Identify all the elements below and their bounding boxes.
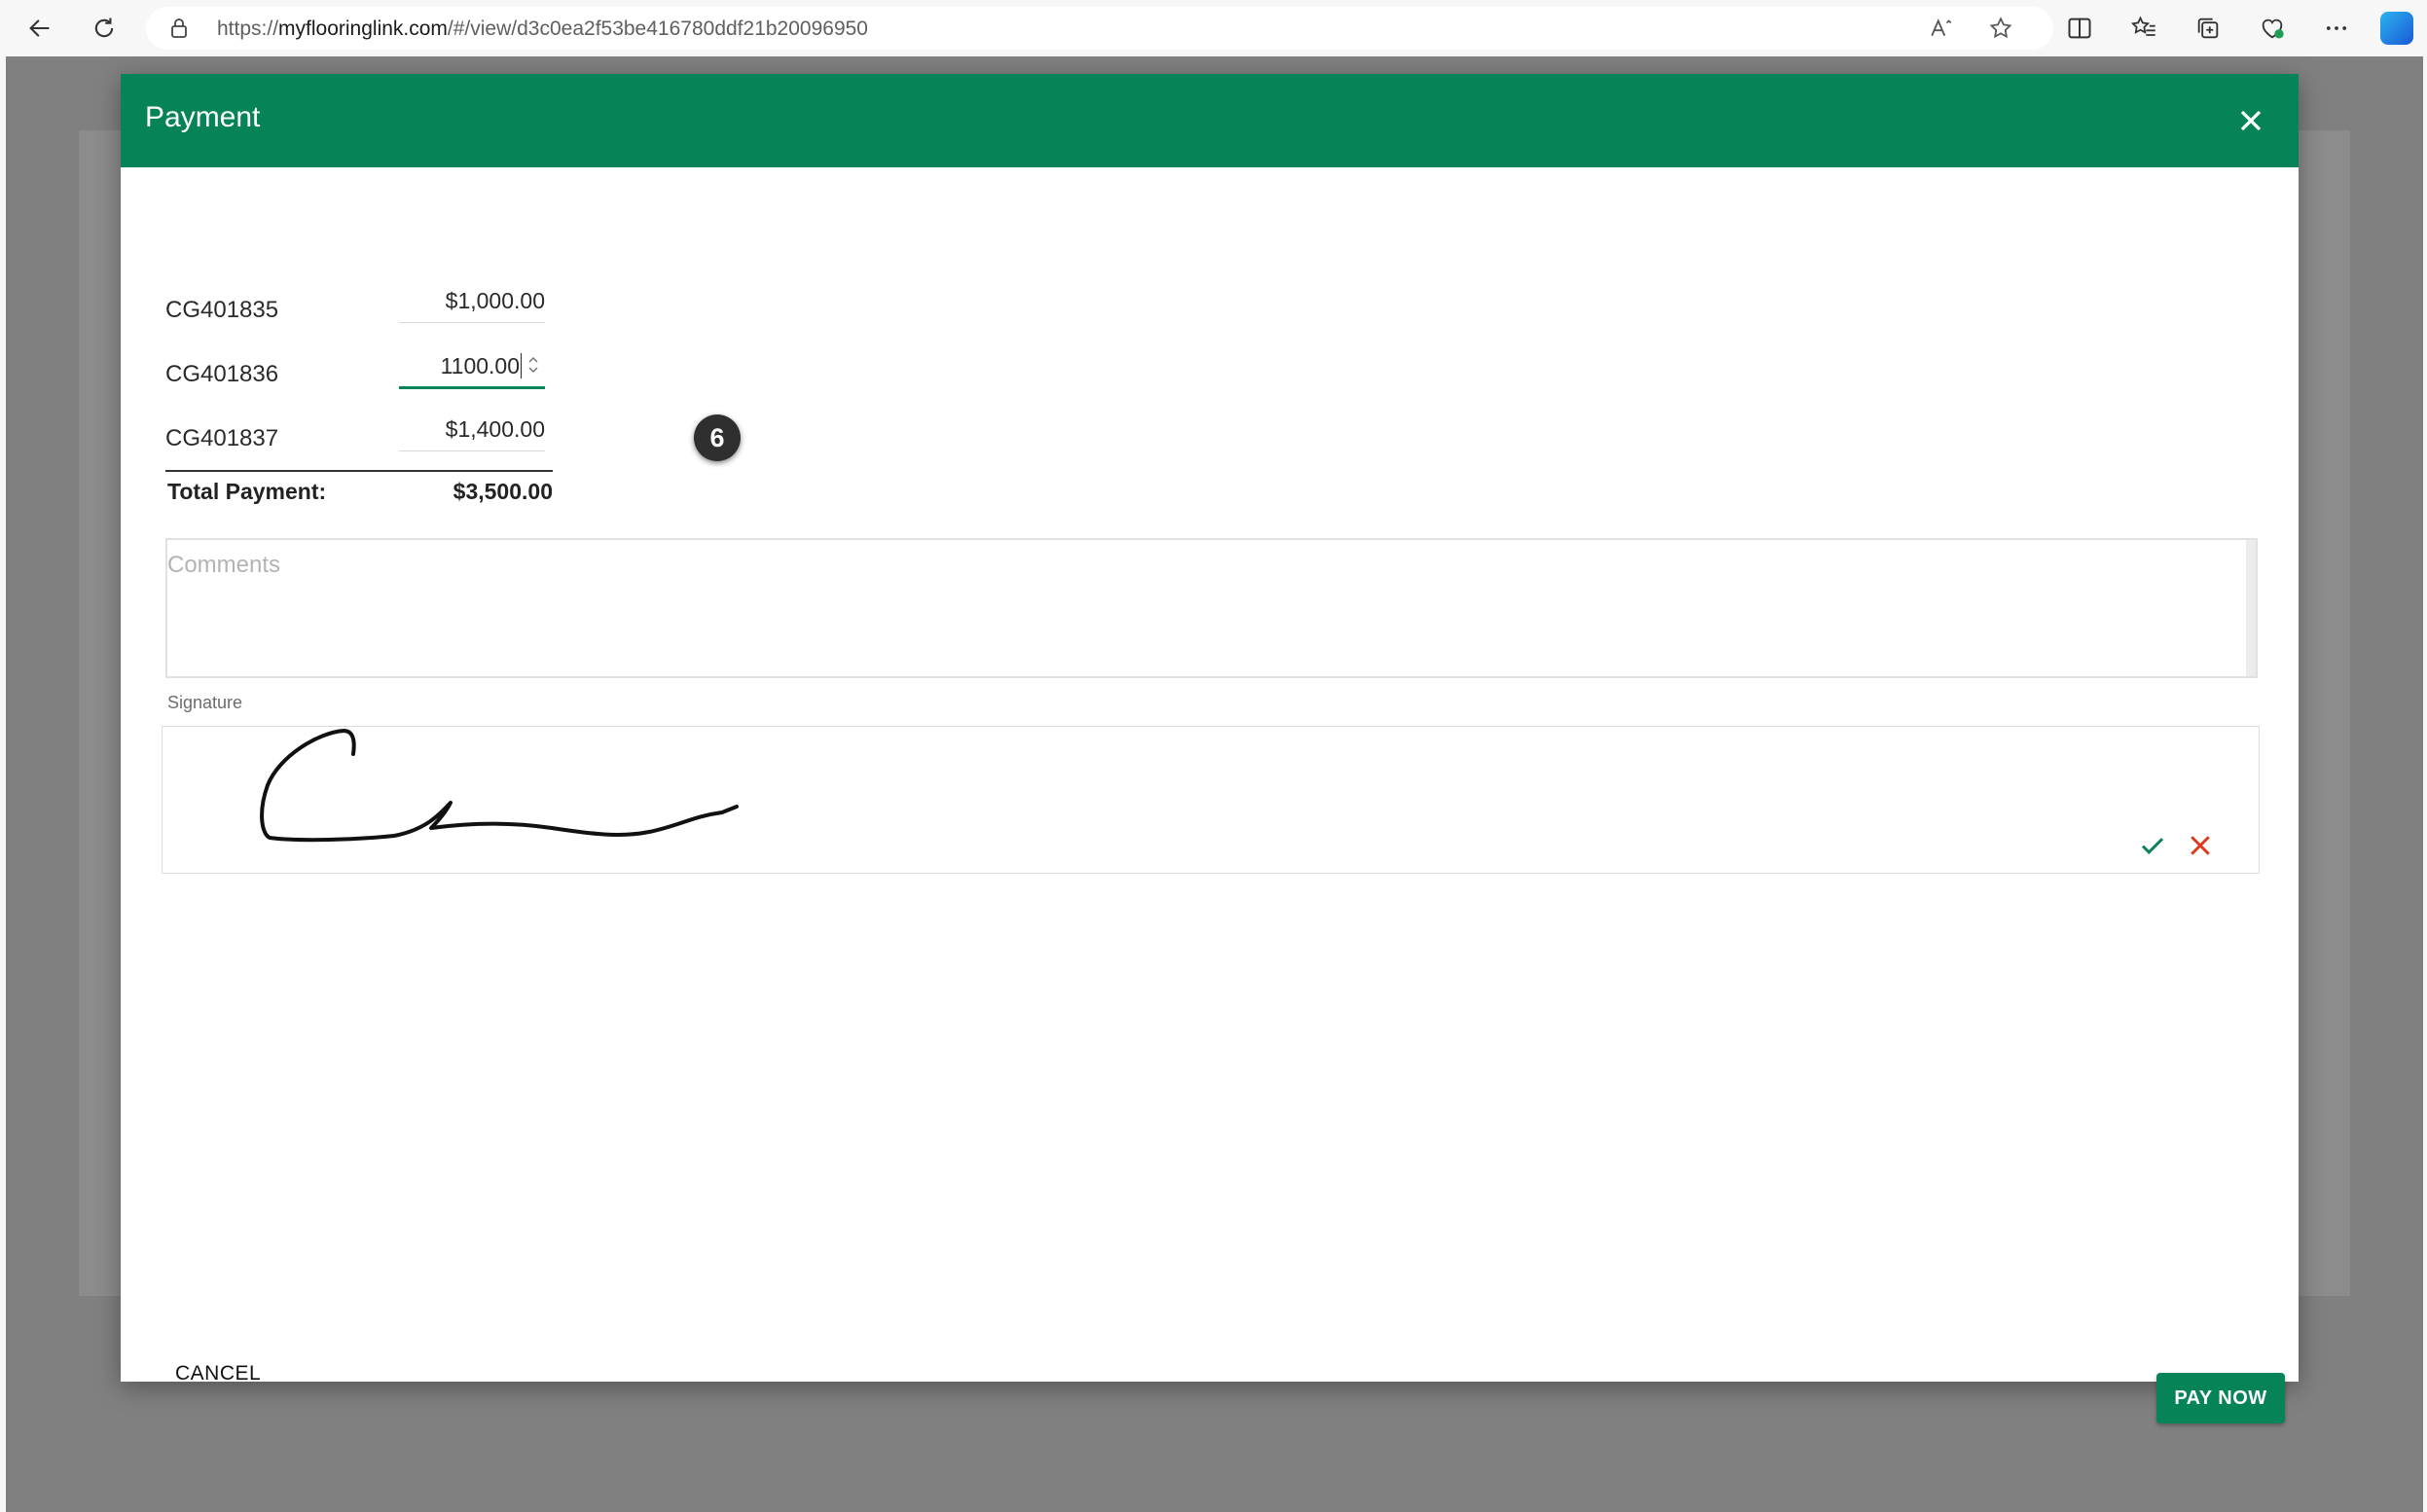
amount-field[interactable]: $1,400.00: [399, 412, 545, 451]
invoice-number: CG401836: [165, 361, 279, 387]
close-icon[interactable]: [2233, 103, 2268, 138]
total-value: $3,500.00: [453, 479, 553, 504]
invoice-number: CG401837: [165, 425, 279, 451]
lock-icon[interactable]: [167, 17, 191, 40]
step-badge: 6: [694, 414, 741, 461]
total-divider: [165, 470, 553, 472]
url-text[interactable]: https://myflooringlink.com/#/view/d3c0ea…: [217, 18, 868, 41]
check-icon[interactable]: [2138, 831, 2167, 860]
pay-now-button[interactable]: PAY NOW: [2156, 1373, 2285, 1423]
number-spinner-icon[interactable]: [527, 353, 539, 377]
url-path: /#/view/d3c0ea2f53be416780ddf21b20096950: [447, 18, 868, 40]
more-icon[interactable]: [2320, 12, 2353, 45]
signature-pad[interactable]: [162, 726, 2260, 874]
refresh-icon[interactable]: [88, 12, 121, 45]
signature-drawing: [260, 729, 739, 843]
read-aloud-icon[interactable]: [1929, 16, 1954, 41]
browser-toolbar: https://myflooringlink.com/#/view/d3c0ea…: [0, 0, 2427, 56]
clear-icon[interactable]: [2186, 831, 2215, 860]
comments-placeholder: Comments: [167, 552, 281, 578]
browser-essentials-icon[interactable]: [2256, 12, 2289, 45]
address-bar[interactable]: https://myflooringlink.com/#/view/d3c0ea…: [146, 7, 2053, 50]
dialog-header: Payment: [121, 74, 2299, 167]
dialog-title: Payment: [145, 101, 261, 133]
comments-textarea[interactable]: Comments: [165, 538, 2258, 678]
payment-dialog: Payment CG401835 $1,000.00 CG401836 1100…: [121, 74, 2299, 1423]
favorite-star-icon[interactable]: [1988, 16, 2013, 41]
invoice-number: CG401835: [165, 297, 279, 323]
favorites-icon[interactable]: [2127, 12, 2160, 45]
amount-input[interactable]: 1100.00: [399, 347, 545, 389]
text-cursor: [521, 353, 522, 378]
comments-scrollbar[interactable]: [2246, 540, 2256, 676]
collections-icon[interactable]: [2192, 12, 2225, 45]
copilot-icon[interactable]: [2380, 12, 2413, 45]
signature-label: Signature: [167, 693, 243, 712]
split-screen-icon[interactable]: [2063, 12, 2096, 45]
url-host: myflooringlink.com: [278, 18, 448, 40]
cancel-button[interactable]: CANCEL: [175, 1362, 261, 1386]
amount-input-value: 1100.00: [440, 353, 520, 378]
total-label: Total Payment:: [167, 479, 327, 504]
amount-field[interactable]: $1,000.00: [399, 283, 545, 323]
url-prefix: https://: [217, 18, 279, 40]
back-arrow-icon[interactable]: [23, 12, 56, 45]
